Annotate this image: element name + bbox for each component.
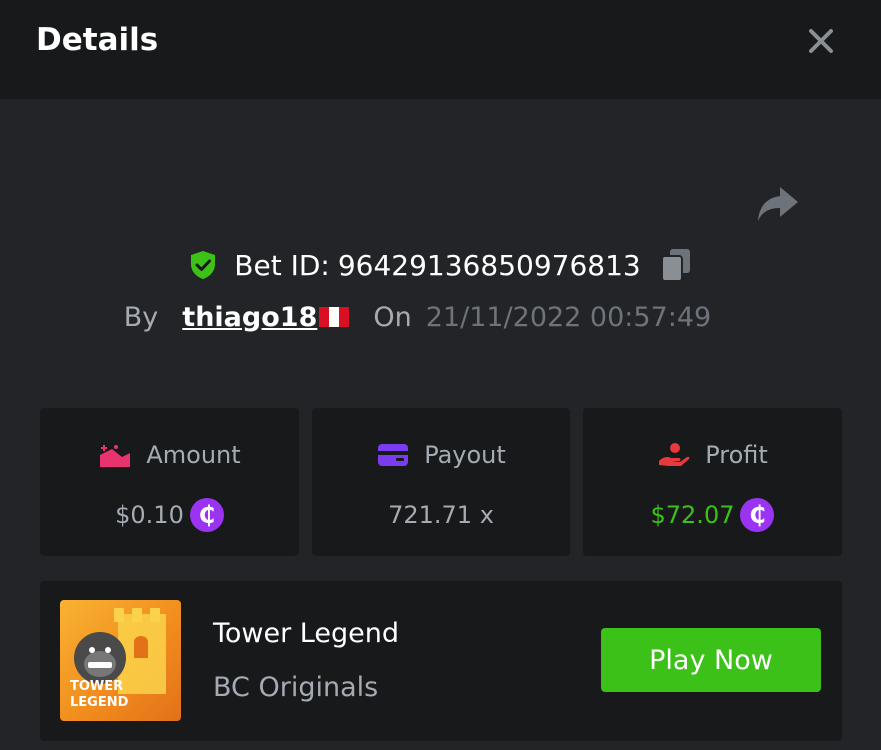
game-card: TOWER LEGEND Tower Legend BC Originals P… <box>40 581 842 741</box>
profit-card: Profit $72.07 ₵ <box>583 408 842 556</box>
profit-label: Profit <box>705 441 768 469</box>
bet-id-row: Bet ID: 96429136850976813 <box>0 243 881 287</box>
bet-id-label: Bet ID: <box>234 248 330 282</box>
close-icon <box>809 29 833 53</box>
share-button[interactable] <box>756 185 800 223</box>
copy-icon[interactable] <box>659 247 693 283</box>
amount-value: $0.10 <box>115 501 184 529</box>
thumb-text-1: TOWER <box>70 679 123 694</box>
by-label: By <box>123 301 159 333</box>
game-thumbnail[interactable]: TOWER LEGEND <box>60 600 181 721</box>
game-title[interactable]: Tower Legend <box>213 618 399 649</box>
profit-value: $72.07 <box>650 501 735 529</box>
bet-date: 21/11/2022 00:57:49 <box>425 301 712 333</box>
username-link[interactable]: thiago18 <box>182 301 350 333</box>
game-provider: BC Originals <box>213 672 379 703</box>
coin-icon: ₵ <box>740 498 775 532</box>
bet-meta-row: By thiago18 On 21/11/2022 00:57:49 <box>0 296 881 338</box>
close-button[interactable] <box>802 22 840 60</box>
shield-check-icon <box>191 251 216 279</box>
thumb-text-2: LEGEND <box>70 695 129 710</box>
payout-card: Payout 721.71 x <box>312 408 570 556</box>
payout-value: 721.71 x <box>388 501 494 529</box>
amount-icon <box>100 445 131 467</box>
tower-legend-logo: TOWER LEGEND <box>70 608 166 710</box>
profit-icon <box>659 443 690 466</box>
share-icon <box>758 187 798 221</box>
play-now-button[interactable]: Play Now <box>601 628 821 692</box>
bet-id-value: 96429136850976813 <box>337 248 641 282</box>
coin-icon: ₵ <box>189 498 224 532</box>
amount-card: Amount $0.10 ₵ <box>40 408 299 556</box>
wallet-icon <box>378 444 409 466</box>
on-label: On <box>373 301 412 333</box>
page-title: Details <box>36 22 159 58</box>
payout-label: Payout <box>424 441 506 469</box>
amount-label: Amount <box>146 441 241 469</box>
username: thiago18 <box>182 301 318 333</box>
header: Details <box>0 0 881 99</box>
peru-flag-icon <box>319 307 350 327</box>
